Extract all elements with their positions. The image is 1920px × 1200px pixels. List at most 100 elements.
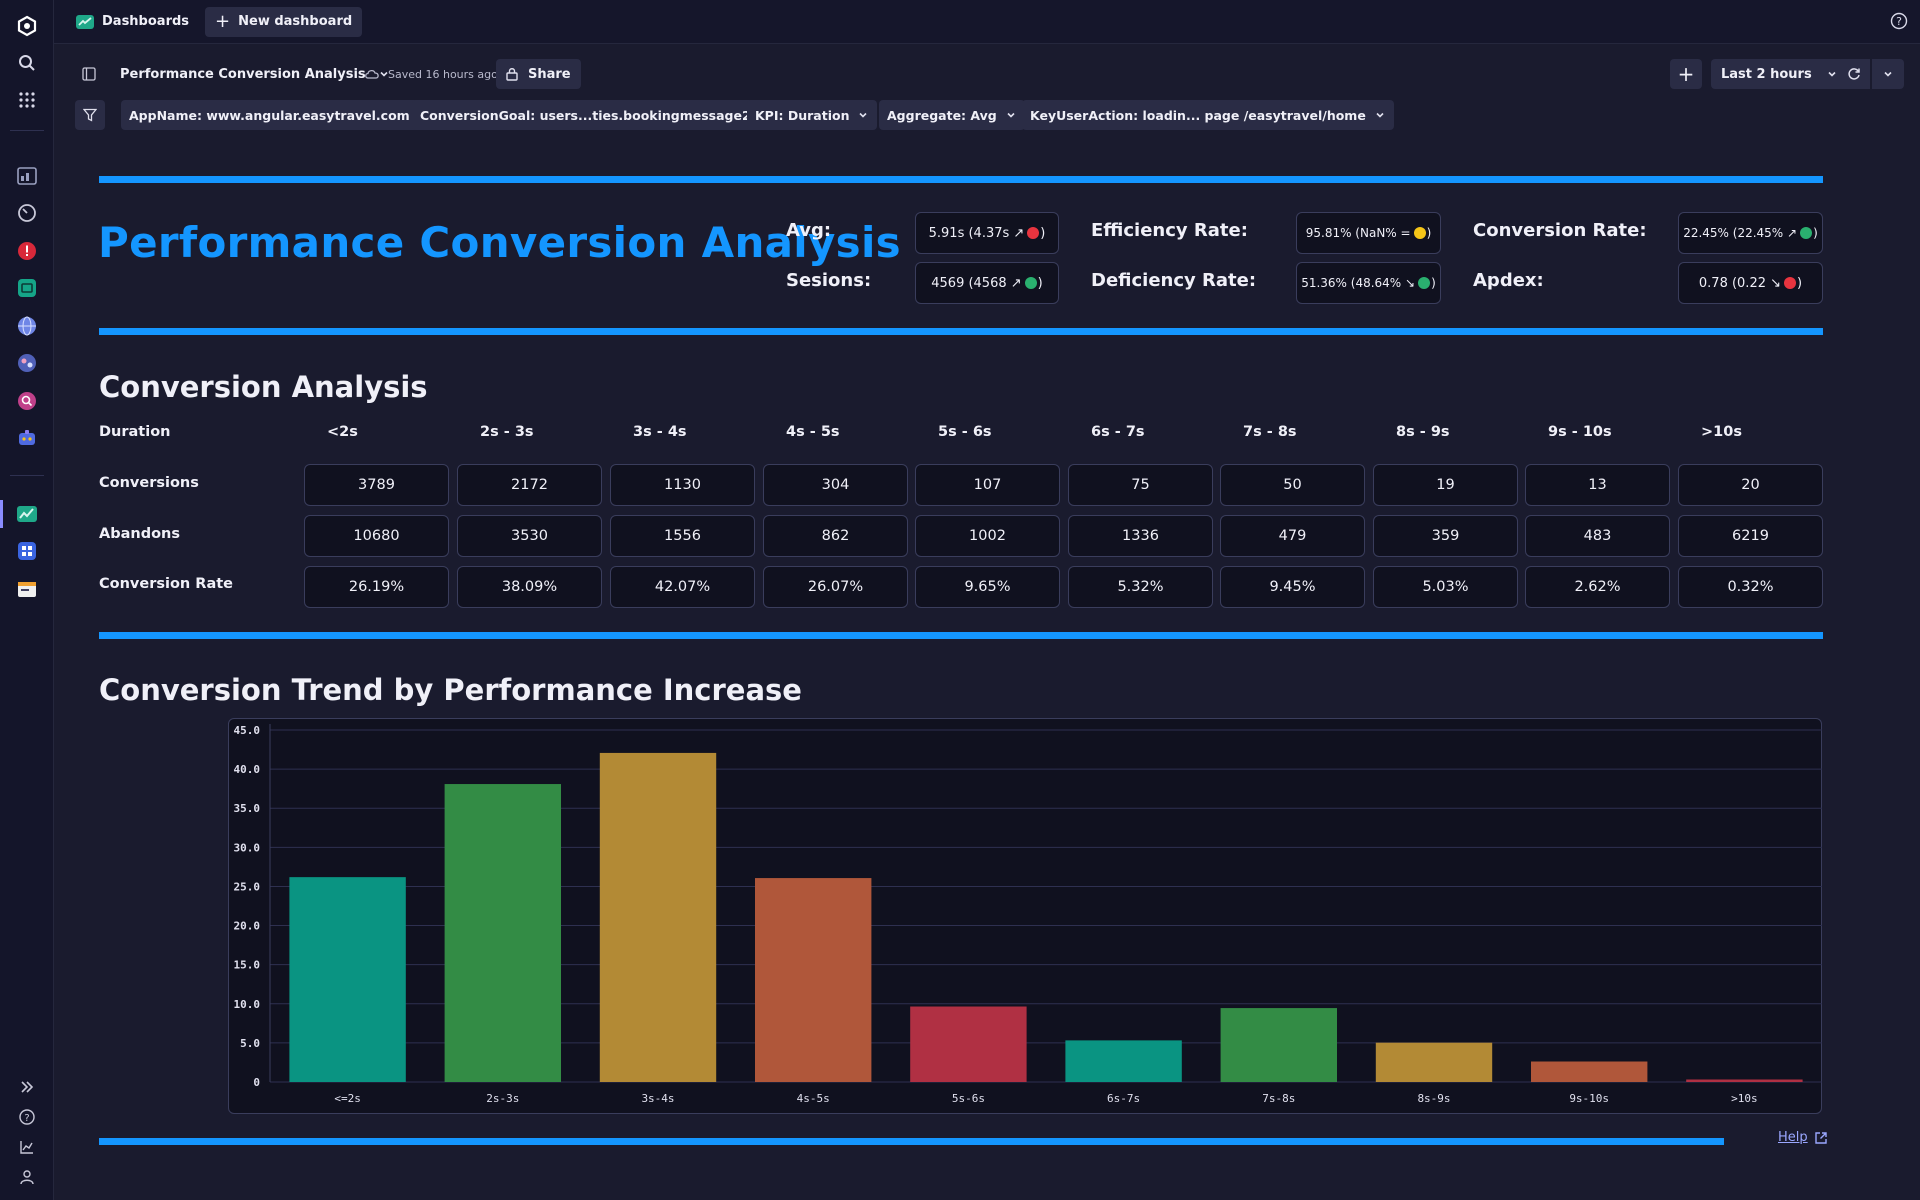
- cell-conversion-rate: 5.03%: [1373, 566, 1518, 608]
- y-tick-label: 15.0: [234, 959, 261, 972]
- infrastructure-app-icon[interactable]: [15, 276, 39, 300]
- user-icon[interactable]: [15, 1165, 39, 1189]
- filter-appname-label: AppName: www.angular.easytravel.com: [129, 107, 410, 123]
- services-app-icon[interactable]: [15, 351, 39, 375]
- bar[interactable]: [1686, 1079, 1803, 1082]
- row-label-conversions: Conversions: [99, 475, 199, 491]
- bar[interactable]: [1375, 1042, 1493, 1082]
- dashboard-title: Performance Conversion Analysis: [120, 66, 366, 82]
- efficiency-value: 95.81% (NaN% =: [1305, 226, 1411, 240]
- bar[interactable]: [1065, 1040, 1182, 1082]
- cell-abandons: 1336: [1068, 515, 1213, 557]
- apdex-label: Apdex:: [1473, 270, 1544, 291]
- bar[interactable]: [1531, 1061, 1648, 1082]
- apps-grid-icon[interactable]: [15, 88, 39, 112]
- documents-app-icon[interactable]: [15, 577, 39, 601]
- bar[interactable]: [289, 877, 406, 1082]
- x-tick-label: 8s-9s: [1417, 1092, 1450, 1105]
- sessions-label: Sesions:: [786, 270, 872, 291]
- row-label-abandons: Abandons: [99, 526, 181, 542]
- column-header: 2s - 3s: [480, 424, 534, 440]
- refresh-button[interactable]: [1838, 59, 1870, 89]
- dashboard-title-dropdown[interactable]: Performance Conversion Analysis: [120, 59, 390, 89]
- filter-kpi[interactable]: KPI: Duration: [747, 100, 878, 130]
- status-dot-red: [1784, 277, 1797, 289]
- bar[interactable]: [1220, 1008, 1337, 1082]
- column-header: >10s: [1701, 424, 1742, 440]
- chevron-down-icon: [859, 112, 868, 118]
- notebooks-app-icon[interactable]: [15, 539, 39, 563]
- page-title: Performance Conversion Analysis: [98, 218, 901, 267]
- bar[interactable]: [755, 878, 872, 1082]
- share-button[interactable]: Share: [496, 59, 581, 89]
- filter-aggregate[interactable]: Aggregate: Avg: [879, 100, 1025, 130]
- y-tick-label: 20.0: [234, 920, 261, 933]
- search-icon[interactable]: [15, 51, 39, 75]
- cell-conversions: 304: [763, 464, 908, 506]
- dashboards-app-icon[interactable]: [15, 502, 39, 526]
- help-link[interactable]: Help: [1778, 1130, 1828, 1145]
- divider-bar: [99, 632, 1823, 639]
- conversion-rate-value-box: 22.45% (22.45% ↗ ): [1678, 212, 1823, 254]
- dashboard-app-icon[interactable]: [15, 164, 39, 188]
- chevron-down-icon: [1884, 71, 1892, 77]
- x-tick-label: 6s-7s: [1107, 1092, 1140, 1105]
- x-tick-label: 5s-6s: [952, 1092, 985, 1105]
- cell-conversion-rate: 9.45%: [1220, 566, 1365, 608]
- chevron-down-icon: [1828, 71, 1836, 77]
- duration-header: Duration: [99, 424, 171, 440]
- expand-rail-icon[interactable]: [15, 1075, 39, 1099]
- filter-conversiongoal[interactable]: ConversionGoal: users...ties.bookingmess…: [412, 100, 788, 130]
- close-paren: ): [1813, 226, 1818, 240]
- lock-icon: [506, 68, 518, 81]
- dashboard-toolbar: Performance Conversion Analysis Saved 16…: [54, 44, 1920, 104]
- cell-abandons: 479: [1220, 515, 1365, 557]
- timeframe-selector[interactable]: Last 2 hours: [1711, 59, 1848, 89]
- bar[interactable]: [599, 752, 717, 1082]
- divider-bar: [99, 1138, 1724, 1145]
- usage-chart-icon[interactable]: [15, 1135, 39, 1159]
- efficiency-label: Efficiency Rate:: [1091, 220, 1248, 241]
- apdex-value: 0.78 (0.22 ↘: [1698, 275, 1782, 291]
- bar[interactable]: [444, 784, 561, 1082]
- session-search-app-icon[interactable]: [15, 389, 39, 413]
- column-header: 5s - 6s: [938, 424, 992, 440]
- cell-conversion-rate: 0.32%: [1678, 566, 1823, 608]
- x-tick-label: >10s: [1731, 1092, 1758, 1105]
- cell-conversions: 20: [1678, 464, 1823, 506]
- problems-app-icon[interactable]: [15, 239, 39, 263]
- filter-icon[interactable]: [75, 100, 105, 130]
- y-tick-label: 45.0: [234, 724, 261, 737]
- deficiency-label: Deficiency Rate:: [1091, 270, 1257, 291]
- cell-conversions: 75: [1068, 464, 1213, 506]
- add-tile-button[interactable]: +: [1670, 59, 1702, 89]
- new-dashboard-button[interactable]: + New dashboard: [205, 6, 363, 37]
- globe-app-icon[interactable]: [15, 314, 39, 338]
- extensions-app-icon[interactable]: [15, 426, 39, 450]
- dashboards-breadcrumb[interactable]: Dashboards: [66, 7, 199, 37]
- dynatrace-logo-icon[interactable]: [15, 14, 39, 38]
- cell-abandons: 1002: [915, 515, 1060, 557]
- status-dot-green: [1024, 277, 1037, 289]
- toggle-panel-icon[interactable]: [74, 59, 104, 89]
- svg-text:?: ?: [1896, 15, 1902, 28]
- bar[interactable]: [910, 1006, 1027, 1082]
- left-rail: ?: [0, 0, 54, 1200]
- help-icon[interactable]: ?: [1890, 12, 1908, 34]
- status-dot-green: [1800, 227, 1813, 239]
- column-header: 3s - 4s: [633, 424, 687, 440]
- trend-title: Conversion Trend by Performance Increase: [99, 673, 802, 707]
- refresh-options-button[interactable]: [1872, 59, 1904, 89]
- cell-abandons: 1556: [610, 515, 755, 557]
- row-label-conversion-rate: Conversion Rate: [99, 576, 234, 592]
- cell-conversion-rate: 26.07%: [763, 566, 908, 608]
- y-tick-label: 30.0: [234, 841, 261, 854]
- cell-abandons: 862: [763, 515, 908, 557]
- x-tick-label: 2s-3s: [486, 1092, 519, 1105]
- filter-appname[interactable]: AppName: www.angular.easytravel.com: [121, 100, 438, 130]
- help-circle-icon[interactable]: ?: [15, 1105, 39, 1129]
- filter-keyuseraction[interactable]: KeyUserAction: loadin... page /easytrave…: [1022, 100, 1394, 130]
- timer-app-icon[interactable]: [15, 201, 39, 225]
- chevron-down-icon: [1007, 112, 1015, 118]
- plus-icon: +: [215, 10, 231, 32]
